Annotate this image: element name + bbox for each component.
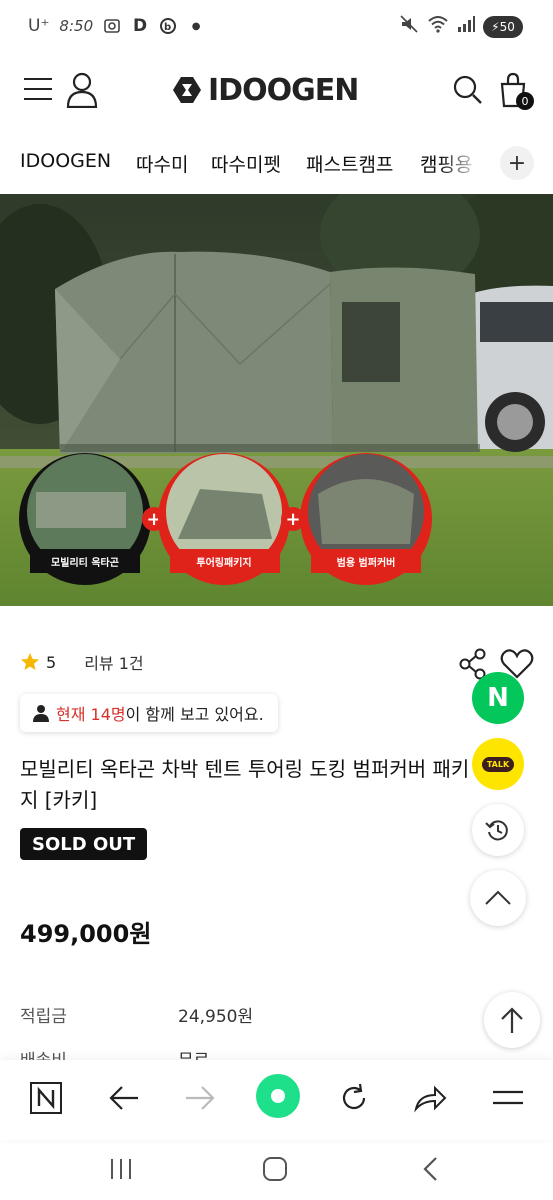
- home-icon[interactable]: [260, 1154, 290, 1184]
- share-forward-icon[interactable]: [410, 1078, 450, 1118]
- recent-apps-icon[interactable]: [106, 1154, 136, 1184]
- back-nav-icon[interactable]: [416, 1154, 446, 1184]
- site-header: IDOOGEN 0: [0, 60, 553, 120]
- viewer-count: 현재 14명: [56, 705, 126, 724]
- live-viewers-notice: 현재 14명 이 함께 보고 있어요.: [20, 694, 278, 732]
- arrow-up-icon: [501, 1007, 523, 1033]
- mute-icon: [399, 14, 419, 39]
- category-fade: [440, 140, 500, 186]
- person-icon: [33, 705, 49, 722]
- category-more-button[interactable]: +: [500, 146, 534, 180]
- bubble-label-bumper: 범용 범퍼커버: [337, 556, 396, 569]
- screenshot-icon: [103, 17, 121, 35]
- product-hero-image[interactable]: 모빌리티 옥타곤 + 투어링패키지 + 범용 범퍼커버: [0, 194, 553, 606]
- category-item-idoogen[interactable]: IDOOGEN: [20, 150, 111, 172]
- site-logo[interactable]: IDOOGEN: [172, 72, 359, 108]
- review-count-link[interactable]: 리뷰 1건: [84, 650, 143, 674]
- carrier-label: U⁺: [28, 16, 50, 36]
- status-left: U⁺ 8:50 D b ●: [28, 16, 205, 36]
- status-bar: U⁺ 8:50 D b ● ⚡ 50: [0, 0, 553, 52]
- recent-history-button[interactable]: [472, 804, 524, 856]
- wifi-icon: [427, 14, 449, 39]
- b-app-icon: b: [159, 17, 177, 35]
- browser-home-button[interactable]: [256, 1074, 300, 1118]
- kakao-talk-button[interactable]: TALK: [472, 738, 524, 790]
- cart-count-badge: 0: [516, 92, 534, 110]
- naver-browser-icon[interactable]: [26, 1078, 66, 1118]
- user-icon[interactable]: [66, 72, 98, 109]
- forward-icon[interactable]: [180, 1078, 220, 1118]
- rating-row: 5 리뷰 1건: [20, 650, 144, 674]
- battery-icon: ⚡ 50: [483, 15, 523, 38]
- dot-icon: ●: [191, 20, 201, 32]
- system-nav-bar: [0, 1140, 553, 1200]
- star-icon: [21, 653, 39, 670]
- signal-icon: [457, 15, 475, 38]
- search-icon[interactable]: [452, 74, 484, 106]
- scroll-up-button[interactable]: [470, 870, 526, 926]
- battery-level: 50: [499, 19, 515, 34]
- chevron-up-icon: [485, 890, 511, 905]
- category-nav: IDOOGEN 따수미 따수미펫 패스트캠프 캠핑용 +: [0, 140, 553, 186]
- cart-icon[interactable]: 0: [498, 72, 534, 112]
- back-icon[interactable]: [104, 1078, 144, 1118]
- bubble-label-mobility: 모빌리티 옥타곤: [51, 556, 119, 569]
- menu-icon[interactable]: [24, 78, 52, 102]
- points-value: 24,950원: [178, 1007, 254, 1027]
- product-price: 499,000원: [20, 920, 152, 948]
- talk-label: TALK: [481, 756, 515, 772]
- refresh-icon[interactable]: [334, 1078, 374, 1118]
- logo-text: IDOOGEN: [208, 72, 359, 108]
- category-item-ttasumi-pet[interactable]: 따수미펫: [211, 150, 281, 177]
- browser-toolbar: [0, 1060, 553, 1140]
- d-app-icon: D: [133, 16, 148, 36]
- rating-value: 5: [46, 652, 57, 672]
- clock: 8:50: [59, 17, 94, 35]
- browser-menu-icon[interactable]: [488, 1078, 528, 1118]
- viewer-text: 이 함께 보고 있어요.: [125, 705, 264, 724]
- naver-button[interactable]: N: [472, 672, 524, 724]
- svg-text:+: +: [285, 509, 300, 530]
- category-item-fast-camp[interactable]: 패스트캠프: [306, 150, 393, 177]
- category-item-ttasumi[interactable]: 따수미: [136, 150, 188, 177]
- logo-mark-icon: [173, 77, 201, 103]
- points-label: 적립금: [20, 1007, 67, 1027]
- sold-out-badge: SOLD OUT: [20, 828, 148, 860]
- product-title: 모빌리티 옥타곤 차박 텐트 투어링 도킹 범퍼커버 패키지 [카키]: [20, 757, 470, 812]
- svg-text:b: b: [164, 22, 171, 33]
- history-icon: [485, 820, 508, 841]
- status-right: ⚡ 50: [399, 14, 523, 39]
- hero-illustration: 모빌리티 옥타곤 + 투어링패키지 + 범용 범퍼커버: [0, 194, 553, 606]
- scroll-to-top-button[interactable]: [484, 992, 540, 1048]
- bubble-label-touring: 투어링패키지: [196, 556, 251, 569]
